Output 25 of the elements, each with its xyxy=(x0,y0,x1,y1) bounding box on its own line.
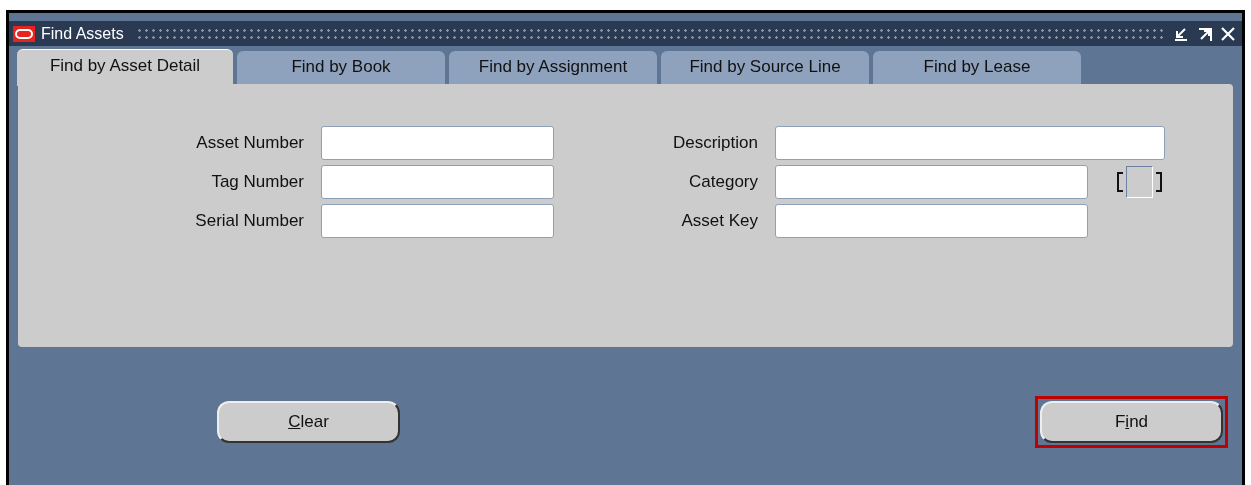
field-label: Serial Number xyxy=(194,211,304,231)
close-icon[interactable] xyxy=(1220,25,1236,42)
maximize-icon[interactable] xyxy=(1196,25,1214,42)
input-field[interactable] xyxy=(775,165,1088,199)
input-field[interactable] xyxy=(775,204,1088,238)
tab[interactable]: Find by Lease xyxy=(873,51,1081,86)
tab[interactable]: Find by Source Line xyxy=(661,51,869,86)
tab[interactable]: Find by Assignment xyxy=(449,51,657,86)
tab[interactable]: Find by Asset Detail xyxy=(17,49,233,86)
action-button[interactable]: Clear xyxy=(217,401,400,443)
field-label: Asset Number xyxy=(195,133,304,153)
field-label: Tag Number xyxy=(210,172,304,192)
input-field[interactable] xyxy=(321,165,554,199)
input-field[interactable] xyxy=(775,126,1165,160)
action-button[interactable]: Find xyxy=(1040,401,1223,443)
field-label: Asset Key xyxy=(680,211,758,231)
field-label: Description xyxy=(671,133,758,153)
window-title: Find Assets xyxy=(41,24,124,43)
tab[interactable]: Find by Book xyxy=(237,51,445,86)
flexfield-input[interactable] xyxy=(1117,165,1162,199)
input-field[interactable] xyxy=(321,204,554,238)
app-logo-icon xyxy=(13,25,35,42)
input-field[interactable] xyxy=(321,126,554,160)
minimize-icon[interactable] xyxy=(1172,25,1190,42)
field-label: Category xyxy=(688,172,758,192)
